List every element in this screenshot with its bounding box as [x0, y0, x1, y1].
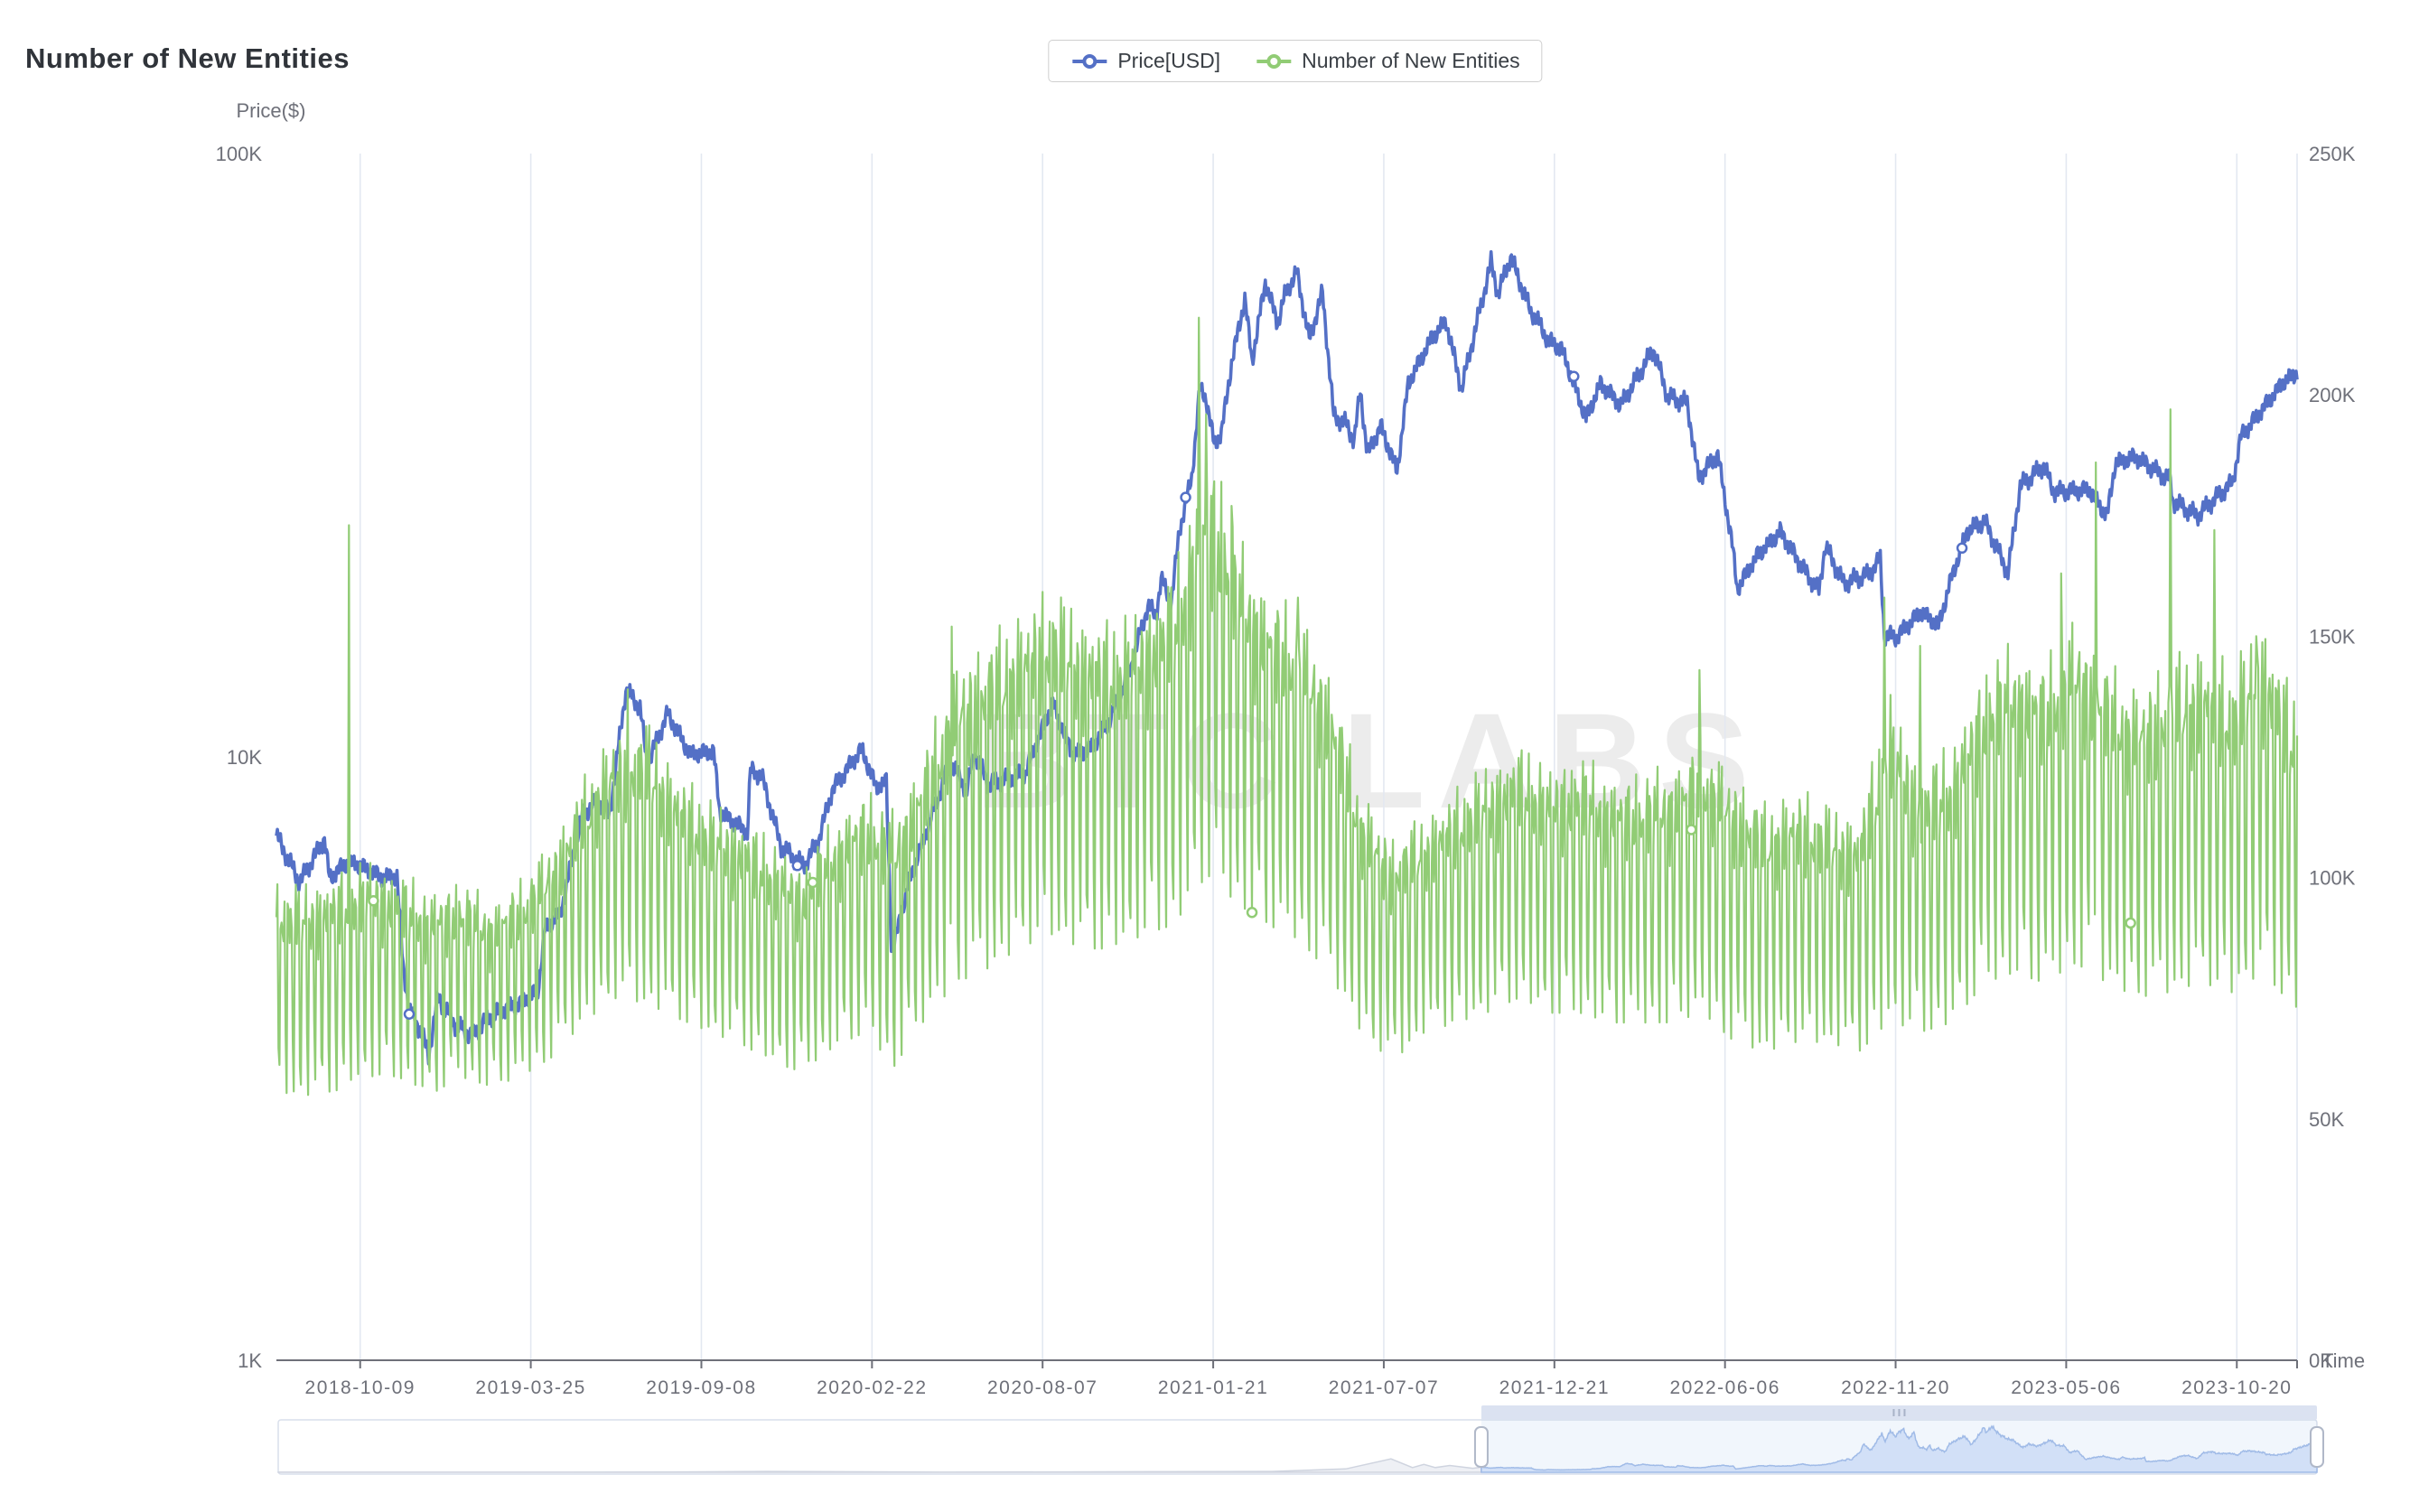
x-axis-label: 2019-09-08 — [646, 1377, 756, 1398]
price-point-marker[interactable] — [793, 861, 802, 870]
datazoom-slider[interactable] — [278, 1405, 2323, 1474]
chart-canvas[interactable]: 2018-10-09 2019-03-25 2019-09-08 2020-02-22… — [0, 0, 2410, 1512]
price-point-marker[interactable] — [1569, 372, 1578, 381]
x-axis-label: 2021-07-07 — [1329, 1377, 1439, 1398]
entities-point-marker[interactable] — [2126, 919, 2135, 928]
x-axis-label: 2023-10-20 — [2181, 1377, 2292, 1398]
right-axis-labels: 250K200K150K100K50K0K — [2309, 143, 2356, 1372]
entities-point-marker[interactable] — [1686, 826, 1695, 835]
entities-line[interactable] — [276, 318, 2297, 1096]
price-point-marker[interactable] — [1182, 493, 1191, 502]
x-axis-label: 2022-06-06 — [1669, 1377, 1779, 1398]
entities-point-marker[interactable] — [369, 896, 378, 905]
entities-point-marker[interactable] — [808, 878, 817, 887]
x-axis-label: 2021-12-21 — [1499, 1377, 1610, 1398]
y-axis-label-right: 50K — [2309, 1108, 2344, 1131]
datazoom-handle-left[interactable] — [1475, 1427, 1488, 1467]
y-axis-label-left: 10K — [227, 746, 262, 769]
datazoom-selected-window[interactable] — [1481, 1420, 2317, 1474]
x-axis-label: 2020-08-07 — [987, 1377, 1098, 1398]
y-axis-label-left: 100K — [216, 143, 263, 165]
datazoom-handle-right[interactable] — [2311, 1427, 2323, 1467]
y-axis-label-left: 1K — [238, 1349, 262, 1372]
left-axis-labels: 100K 10K 1K — [216, 143, 263, 1372]
y-axis-label-right: 100K — [2309, 867, 2356, 890]
entities-point-marker[interactable] — [1247, 908, 1256, 917]
y-axis-label-right: 250K — [2309, 143, 2356, 165]
x-axis-name: Time — [2321, 1349, 2365, 1373]
price-point-marker[interactable] — [405, 1010, 414, 1019]
x-axis-label: 2023-05-06 — [2011, 1377, 2121, 1398]
x-axis-label: 2020-02-22 — [817, 1377, 927, 1398]
y-axis-label-right: 200K — [2309, 384, 2356, 406]
chart-container: Number of New Entities Price[USD] Number… — [0, 0, 2410, 1512]
x-axis-label: 2021-01-21 — [1158, 1377, 1268, 1398]
x-axis: 2018-10-09 2019-03-25 2019-09-08 2020-02-22… — [276, 1360, 2297, 1398]
x-axis-label: 2018-10-09 — [305, 1377, 416, 1398]
x-axis-label: 2022-11-20 — [1841, 1377, 1950, 1398]
x-axis-label: 2019-03-25 — [475, 1377, 585, 1398]
y-axis-label-right: 150K — [2309, 625, 2356, 648]
price-point-marker[interactable] — [1957, 544, 1966, 553]
